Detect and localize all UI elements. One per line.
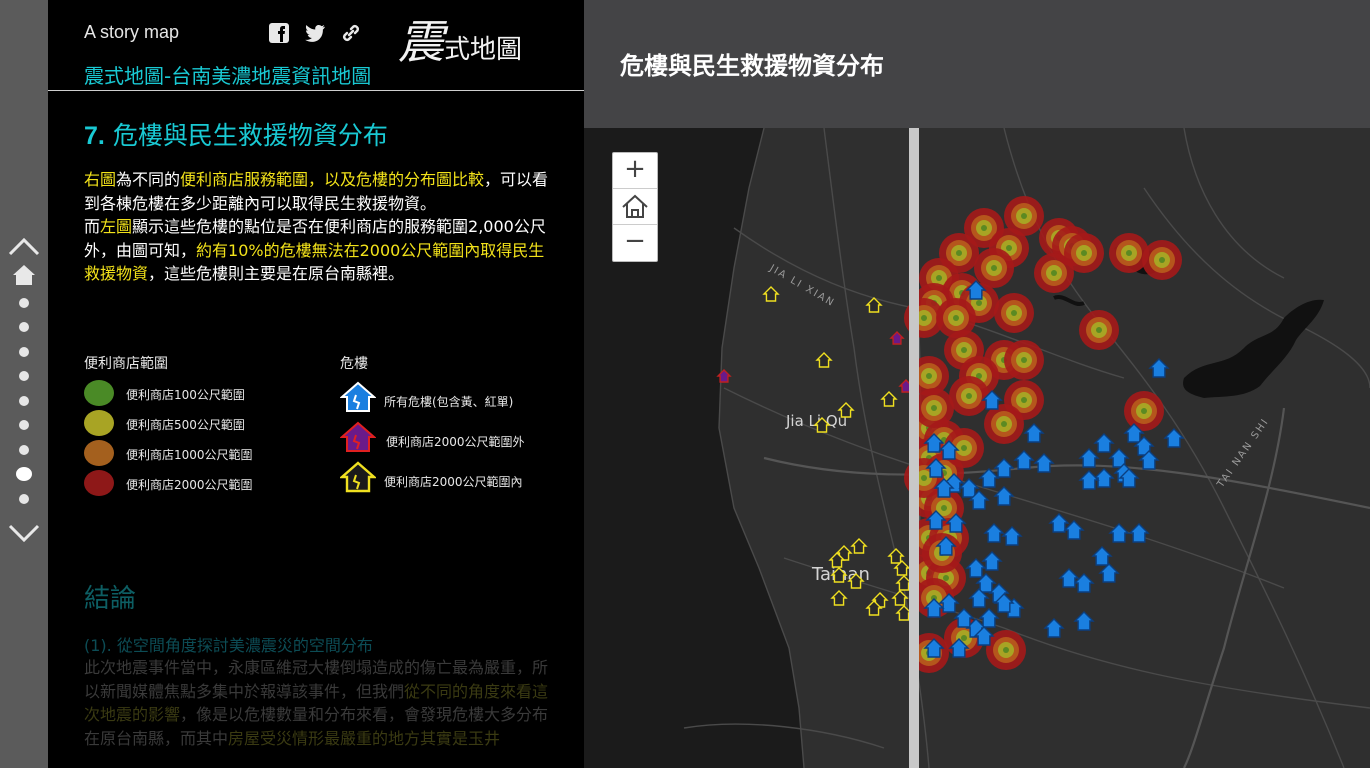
- store-service-area: [1142, 240, 1182, 280]
- nav-dot[interactable]: [19, 347, 29, 357]
- story-panel: A story map 震式地圖 震式地圖-台南美濃地震資訊地圖 7. 危樓與民…: [48, 0, 584, 768]
- story-subtitle: 震式地圖-台南美濃地震資訊地圖: [84, 64, 372, 88]
- building-marker[interactable]: [993, 486, 1015, 506]
- zoom-in-button[interactable]: +: [613, 153, 657, 189]
- legend-label: 所有危樓(包含黃、紅單): [384, 395, 514, 409]
- store-service-area: [1079, 310, 1119, 350]
- story-label: A story map: [84, 22, 180, 42]
- legend-swatch: [84, 410, 114, 436]
- section-title: 7. 危樓與民生救援物資分布: [84, 121, 388, 150]
- nav-dot[interactable]: [19, 445, 29, 455]
- section-body: 右圖為不同的便利商店服務範圍，以及危樓的分布圖比較，可以看到各棟危樓在多少距離內…: [84, 170, 549, 283]
- nav-dot[interactable]: [19, 371, 29, 381]
- brand-logo: 震式地圖: [398, 15, 523, 69]
- link-icon[interactable]: [340, 22, 362, 44]
- store-service-area: [914, 388, 954, 428]
- place-label: Jia Li Qu: [785, 412, 847, 430]
- district-label: TAI NAN SHI: [1215, 416, 1272, 490]
- building-marker[interactable]: [1098, 563, 1120, 583]
- store-service-area: [949, 376, 989, 416]
- legend-label: 便利商店1000公尺範圍: [126, 448, 253, 462]
- building-marker-within[interactable]: [887, 548, 905, 564]
- building-marker[interactable]: [1091, 546, 1113, 566]
- building-marker[interactable]: [978, 608, 1000, 628]
- building-marker[interactable]: [981, 551, 1003, 571]
- conclusion-body: 此次地震事件當中，永康區維冠大樓倒塌造成的傷亡最為嚴重，所以新聞媒體焦點多集中於…: [84, 658, 549, 748]
- building-marker-within[interactable]: [762, 286, 780, 302]
- legend-label: 便利商店100公尺範圍: [126, 388, 245, 402]
- nav-dot[interactable]: [19, 322, 29, 332]
- building-marker[interactable]: [1093, 468, 1115, 488]
- building-marker[interactable]: [1023, 423, 1045, 443]
- legend-swatch: [84, 470, 114, 496]
- building-marker[interactable]: [1128, 523, 1150, 543]
- building-marker-outside[interactable]: [889, 331, 905, 345]
- nav-dot[interactable]: [19, 298, 29, 308]
- building-marker[interactable]: [1001, 526, 1023, 546]
- zoom-control: + −: [612, 152, 658, 262]
- building-marker[interactable]: [1073, 611, 1095, 631]
- twitter-icon[interactable]: [304, 22, 326, 44]
- building-marker[interactable]: [983, 523, 1005, 543]
- conclusion-subheading: (1). 從空間角度探討美濃震災的空間分布: [84, 636, 373, 655]
- legend-swatch: [84, 440, 114, 466]
- story-header: A story map 震式地圖 震式地圖-台南美濃地震資訊地圖: [48, 0, 584, 91]
- story-navigation: [0, 0, 48, 768]
- building-blue-icon: [340, 381, 376, 412]
- store-service-area: [1109, 233, 1149, 273]
- store-service-area: [974, 248, 1014, 288]
- building-marker[interactable]: [1093, 433, 1115, 453]
- home-icon[interactable]: [12, 264, 36, 286]
- building-yellow-icon: [340, 461, 376, 493]
- zoom-out-button[interactable]: −: [613, 225, 657, 260]
- swipe-map[interactable]: Jia Li Qu Tainan JIA LI XIAN TAI NAN SHI…: [584, 128, 1370, 768]
- basemap: Jia Li Qu Tainan JIA LI XIAN TAI NAN SHI: [584, 128, 1370, 768]
- store-service-area: [1004, 340, 1044, 380]
- building-marker[interactable]: [1078, 448, 1100, 468]
- building-legend-heading: 危樓: [340, 356, 368, 372]
- store-service-area: [994, 293, 1034, 333]
- building-marker-within[interactable]: [850, 538, 868, 554]
- building-marker[interactable]: [1108, 448, 1130, 468]
- map-title: 危樓與民生救援物資分布: [620, 52, 884, 80]
- legend-swatch: [84, 380, 114, 406]
- nav-dot-active[interactable]: [16, 467, 32, 481]
- building-marker-within[interactable]: [830, 590, 848, 606]
- legend-label: 便利商店2000公尺範圍: [126, 478, 253, 492]
- store-service-area: [984, 404, 1024, 444]
- store-service-area: [1124, 391, 1164, 431]
- conclusion-heading: 結論: [84, 584, 137, 614]
- store-legend-heading: 便利商店範圍: [84, 356, 168, 372]
- store-service-area: [1064, 233, 1104, 273]
- chevron-up-icon[interactable]: [6, 234, 42, 258]
- legend-label: 便利商店2000公尺範圍內: [384, 475, 523, 489]
- building-marker[interactable]: [953, 608, 975, 628]
- legend-label: 便利商店2000公尺範圍外: [386, 435, 525, 449]
- legend-label: 便利商店500公尺範圍: [126, 418, 245, 432]
- building-marker[interactable]: [1058, 568, 1080, 588]
- building-marker-within[interactable]: [837, 402, 855, 418]
- building-marker[interactable]: [1073, 573, 1095, 593]
- building-marker[interactable]: [993, 458, 1015, 478]
- building-marker[interactable]: [1078, 470, 1100, 490]
- swipe-divider[interactable]: [909, 128, 919, 768]
- nav-dot[interactable]: [19, 396, 29, 406]
- building-marker-within[interactable]: [815, 352, 833, 368]
- building-marker[interactable]: [1148, 358, 1170, 378]
- building-marker[interactable]: [1043, 618, 1065, 638]
- nav-dot[interactable]: [19, 494, 29, 504]
- building-purple-icon: [340, 421, 376, 452]
- building-marker-within[interactable]: [880, 391, 898, 407]
- facebook-icon[interactable]: [268, 22, 290, 44]
- chevron-down-icon[interactable]: [6, 522, 42, 546]
- nav-dot[interactable]: [19, 420, 29, 430]
- building-marker[interactable]: [1013, 450, 1035, 470]
- map-title-bar: 危樓與民生救援物資分布: [584, 0, 1370, 128]
- building-marker[interactable]: [1033, 453, 1055, 473]
- home-extent-button[interactable]: [613, 189, 657, 225]
